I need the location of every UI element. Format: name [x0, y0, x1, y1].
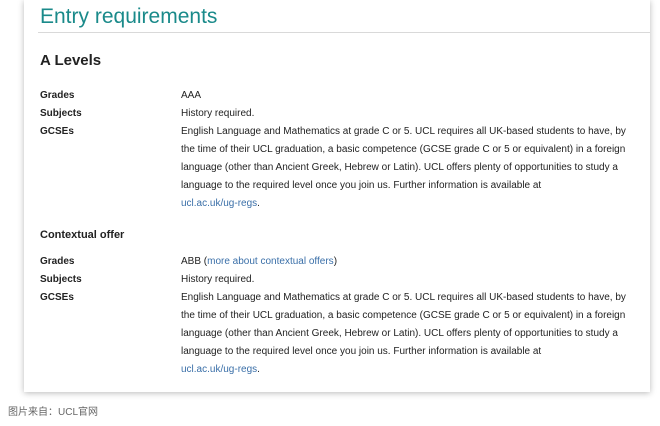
contextual-grades-label: Grades — [40, 256, 75, 267]
contextual-subjects-row: Subjects History required. — [40, 271, 634, 289]
image-caption: 图片来自：UCL官网 — [8, 407, 99, 418]
page-title: Entry requirements — [38, 0, 650, 33]
a-levels-heading: A Levels — [40, 52, 102, 69]
contextual-subjects-value: History required. — [181, 274, 255, 285]
ug-regs-link[interactable]: ucl.ac.uk/ug-regs — [181, 198, 257, 209]
grades-label: Grades — [40, 90, 75, 101]
contextual-gcses-text: English Language and Mathematics at grad… — [181, 292, 626, 357]
gcses-value: English Language and Mathematics at grad… — [181, 123, 634, 213]
contextual-grades-value: ABB (more about contextual offers) — [181, 253, 634, 271]
entry-requirements-card: Entry requirements A Levels Grades AAA S… — [24, 0, 650, 392]
contextual-subjects-label: Subjects — [40, 274, 82, 285]
contextual-offer-heading: Contextual offer — [40, 229, 125, 241]
contextual-gcses-row: GCSEs English Language and Mathematics a… — [40, 289, 634, 379]
gcses-text: English Language and Mathematics at grad… — [181, 126, 626, 191]
subjects-value: History required. — [181, 108, 255, 119]
contextual-gcses-value: English Language and Mathematics at grad… — [181, 289, 634, 379]
a-levels-gcses-row: GCSEs English Language and Mathematics a… — [40, 123, 634, 213]
a-levels-subjects-row: Subjects History required. — [40, 105, 634, 123]
gcses-suffix: . — [257, 198, 260, 209]
contextual-offers-link[interactable]: more about contextual offers — [207, 256, 334, 267]
contextual-grades-suffix: ) — [333, 256, 338, 267]
contextual-grades-text: ABB ( — [181, 256, 208, 267]
subjects-label: Subjects — [40, 108, 82, 119]
grades-value: AAA — [181, 90, 202, 101]
contextual-ug-regs-link[interactable]: ucl.ac.uk/ug-regs — [181, 364, 257, 375]
contextual-grades-row: Grades ABB (more about contextual offers… — [40, 253, 634, 271]
a-levels-grades-row: Grades AAA — [40, 87, 634, 105]
contextual-gcses-label: GCSEs — [40, 292, 74, 303]
gcses-label: GCSEs — [40, 126, 74, 137]
contextual-gcses-suffix: . — [257, 364, 260, 375]
